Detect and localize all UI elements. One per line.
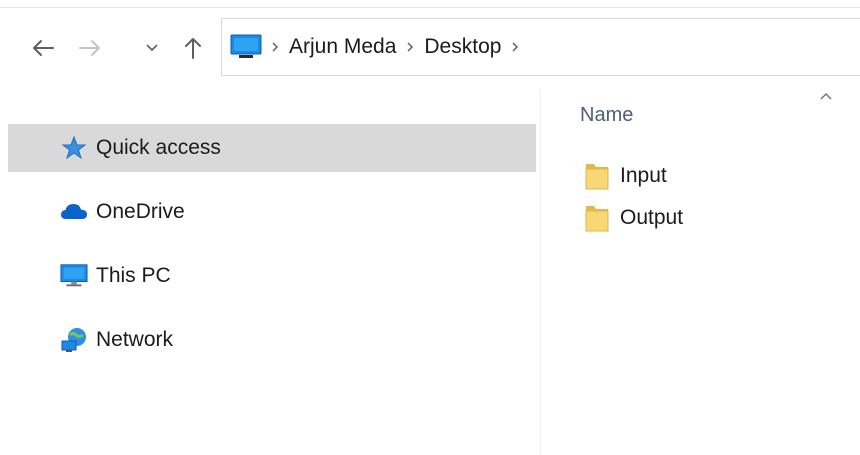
sidebar-item-label: Network (96, 328, 174, 351)
breadcrumb-separator-icon[interactable] (264, 41, 286, 53)
address-bar[interactable]: Arjun Meda Desktop (221, 18, 860, 76)
sort-ascending-icon (820, 93, 832, 100)
chevron-down-icon (146, 44, 158, 52)
monitor-icon (60, 262, 88, 290)
breadcrumb-item-desktop[interactable]: Desktop (421, 32, 504, 62)
forward-button[interactable] (75, 30, 105, 66)
sidebar-item-this-pc[interactable]: This PC (8, 252, 536, 300)
arrow-right-icon (79, 40, 100, 56)
recent-locations-button[interactable] (140, 30, 164, 66)
folder-icon (582, 203, 612, 233)
network-icon (60, 326, 88, 354)
sidebar-item-onedrive[interactable]: OneDrive (8, 188, 536, 236)
arrow-up-icon (185, 38, 201, 59)
sidebar-item-network[interactable]: Network (8, 316, 536, 364)
file-row-input[interactable]: Input (582, 158, 667, 194)
sidebar-item-label: This PC (96, 264, 171, 287)
arrow-left-icon (33, 40, 54, 56)
breadcrumb-separator-icon[interactable] (399, 41, 421, 53)
this-pc-icon[interactable] (228, 29, 264, 65)
breadcrumb-separator-icon[interactable] (504, 41, 526, 53)
folder-icon (582, 161, 612, 191)
cloud-icon (60, 198, 88, 226)
ribbon-divider (0, 7, 860, 8)
sidebar-item-label: OneDrive (96, 200, 185, 223)
file-explorer-window: Arjun Meda Desktop Quick access OneDrive… (0, 0, 860, 455)
file-name: Output (620, 206, 684, 229)
star-icon (60, 134, 88, 162)
pane-splitter[interactable] (540, 90, 541, 455)
file-name: Input (620, 164, 667, 187)
back-button[interactable] (28, 30, 58, 66)
file-row-output[interactable]: Output (582, 200, 683, 236)
breadcrumb-item-user[interactable]: Arjun Meda (286, 32, 399, 62)
sidebar-item-quick-access[interactable]: Quick access (8, 124, 536, 172)
up-button[interactable] (178, 30, 208, 66)
sidebar-item-label: Quick access (96, 136, 221, 159)
navigation-pane: Quick access OneDrive This PC Network (0, 90, 540, 455)
column-header-name[interactable]: Name (580, 104, 633, 127)
